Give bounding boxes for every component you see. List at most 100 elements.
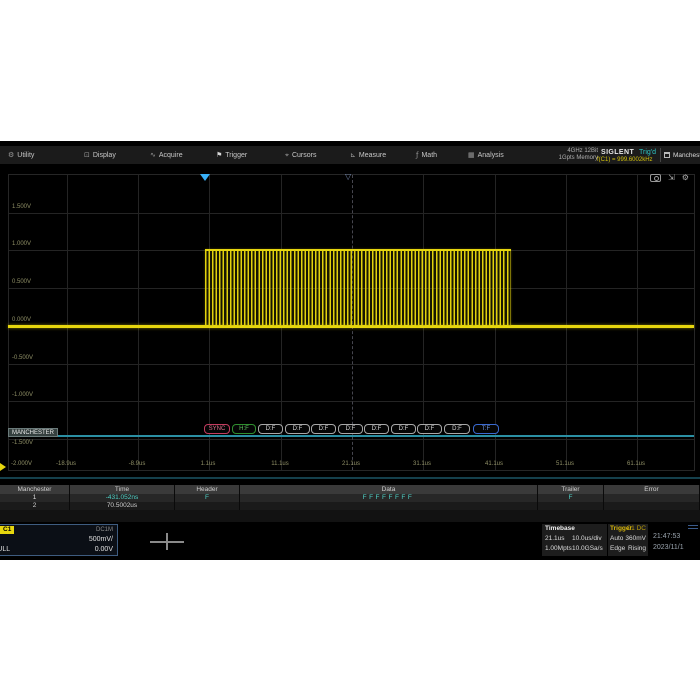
divider (660, 148, 661, 162)
acquire-wave-icon: ∿ (150, 151, 156, 159)
voltage-label: -1.500V (12, 440, 33, 446)
expand-icon[interactable]: ⇲ (668, 173, 675, 183)
voltage-label: -2.000V (11, 461, 32, 467)
column-header: Time (70, 485, 175, 494)
frequency-counter: f(C1) = 999.6002kHz (597, 157, 653, 163)
decode-bubble-data: D:F (364, 424, 389, 434)
column-header: Manchester (0, 485, 70, 494)
channel-offset-marker[interactable] (0, 463, 6, 471)
table-row[interactable]: 1 -431.052ns F FFFFFFFF F (0, 494, 700, 502)
vscale-readout: 500mV/ (89, 536, 113, 543)
time-label: 31.1us (397, 461, 447, 467)
network-icon (688, 525, 698, 529)
cell-time: -431.052ns (70, 494, 175, 502)
flag-icon: ⚑ (216, 151, 222, 159)
channel1-descriptor[interactable]: C1 DC1M 500mV/ FULL 0.00V (0, 524, 118, 556)
menu-analysis[interactable]: ▦ Analysis (468, 146, 504, 164)
gridline (67, 175, 68, 470)
menu-math[interactable]: ƒ Math (416, 146, 437, 164)
coupling-readout: DC1M (96, 527, 113, 533)
voltage-label: 0.000V (12, 317, 31, 323)
gridline (637, 175, 638, 470)
menu-trigger[interactable]: ⚑ Trigger (216, 146, 247, 164)
time-label: 51.1us (540, 461, 590, 467)
trigger-status-badge: Trig'd (639, 149, 656, 156)
voltage-label: 1.000V (12, 241, 31, 247)
column-header: Error (604, 485, 700, 494)
menu-label: Acquire (159, 152, 183, 159)
decode-bubble-data: D:F (417, 424, 442, 434)
decode-bubble-data: D:F (444, 424, 470, 434)
voltage-label: -1.000V (12, 392, 33, 398)
menu-utility[interactable]: ⚙ Utility (8, 146, 34, 164)
cell-index: 2 (0, 502, 70, 510)
menu-display[interactable]: ⊡ Display (84, 146, 116, 164)
delay-reference-marker: ▽ (345, 172, 351, 181)
time-readout: 21:47:53 (653, 533, 680, 540)
offset-readout: 0.00V (95, 546, 113, 553)
column-header: Data (240, 485, 538, 494)
menu-measure[interactable]: ⊾ Measure (350, 146, 386, 164)
decode-table: Manchester Time Header Data Trailer Erro… (0, 485, 700, 522)
trigger-type: Edge (610, 545, 625, 552)
cell-time: 70.5002us (70, 502, 175, 510)
timebase-memory: 1.00Mpts (545, 545, 572, 552)
gridline (566, 175, 567, 470)
cell-trailer (538, 502, 604, 510)
timebase-trigger-panel[interactable]: Timebase 21.1us 10.0us/div 1.00Mpts 10.0… (542, 524, 648, 556)
divider (0, 477, 700, 479)
oscilloscope-screen: ⚙ Utility ⊡ Display ∿ Acquire ⚑ Trigger … (0, 141, 700, 560)
cell-trailer: F (538, 494, 604, 502)
table-row[interactable]: 2 70.5002us (0, 502, 700, 510)
window-icon (664, 152, 670, 158)
cell-header (175, 502, 240, 510)
column-header: Trailer (538, 485, 604, 494)
menu-label: Trigger (225, 152, 247, 159)
brand-logo: SIGLENT (601, 149, 634, 156)
dialog-button-label: Manchester CONF (673, 152, 700, 159)
scope-screenshot: ⚙ Utility ⊡ Display ∿ Acquire ⚑ Trigger … (0, 0, 700, 700)
menu-acquire[interactable]: ∿ Acquire (150, 146, 183, 164)
decode-bubble-header: H:F (232, 424, 256, 434)
time-label: 61.1us (611, 461, 661, 467)
date-readout: 2023/11/1 (653, 544, 684, 551)
display-icon: ⊡ (84, 151, 90, 159)
gear-icon: ⚙ (8, 151, 14, 159)
cell-error (604, 494, 700, 502)
cell-index: 1 (0, 494, 70, 502)
decode-bubble-data: D:F (285, 424, 310, 434)
cursor-target-icon: ⌖ (285, 151, 289, 160)
manchester-config-button[interactable]: Manchester CONF (664, 146, 700, 164)
time-label: -8.9us (112, 461, 162, 467)
table-header-row: Manchester Time Header Data Trailer Erro… (0, 485, 700, 494)
trigger-mode: Auto (610, 535, 623, 542)
cell-data: FFFFFFFF (240, 494, 538, 502)
cell-error (604, 502, 700, 510)
camera-icon[interactable] (650, 174, 661, 182)
menu-label: Measure (359, 152, 386, 159)
trigger-slope: Rising (628, 545, 646, 552)
bandwidth-readout: 4GHz 12Bit (538, 148, 598, 155)
decode-bus-line (8, 435, 694, 437)
settings-gear-icon[interactable]: ⚙ (682, 173, 689, 183)
move-crosshair-icon[interactable] (150, 533, 184, 550)
menu-label: Analysis (478, 152, 504, 159)
timebase-scale: 10.0us/div (572, 535, 602, 542)
menu-label: Utility (17, 152, 34, 159)
trigger-source: C1 DC (626, 525, 646, 532)
menu-cursors[interactable]: ⌖ Cursors (285, 146, 316, 164)
menu-label: Display (93, 152, 116, 159)
function-icon: ƒ (416, 151, 418, 159)
time-label: 21.1us (326, 461, 376, 467)
time-label: 1.1us (183, 461, 233, 467)
status-bar: C1 DC1M 500mV/ FULL 0.00V Timebase 21.1u… (0, 524, 700, 557)
timebase-label: Timebase (545, 525, 575, 532)
trigger-position-marker[interactable] (200, 174, 210, 181)
time-label: 41.1us (469, 461, 519, 467)
decode-bubble-data: D:F (338, 424, 363, 434)
gridline (138, 175, 139, 470)
decode-bus-label[interactable]: MANCHESTER (8, 428, 58, 437)
cell-header: F (175, 494, 240, 502)
decode-bubble-trailer: T:F (473, 424, 499, 434)
waveform-burst (205, 249, 511, 326)
